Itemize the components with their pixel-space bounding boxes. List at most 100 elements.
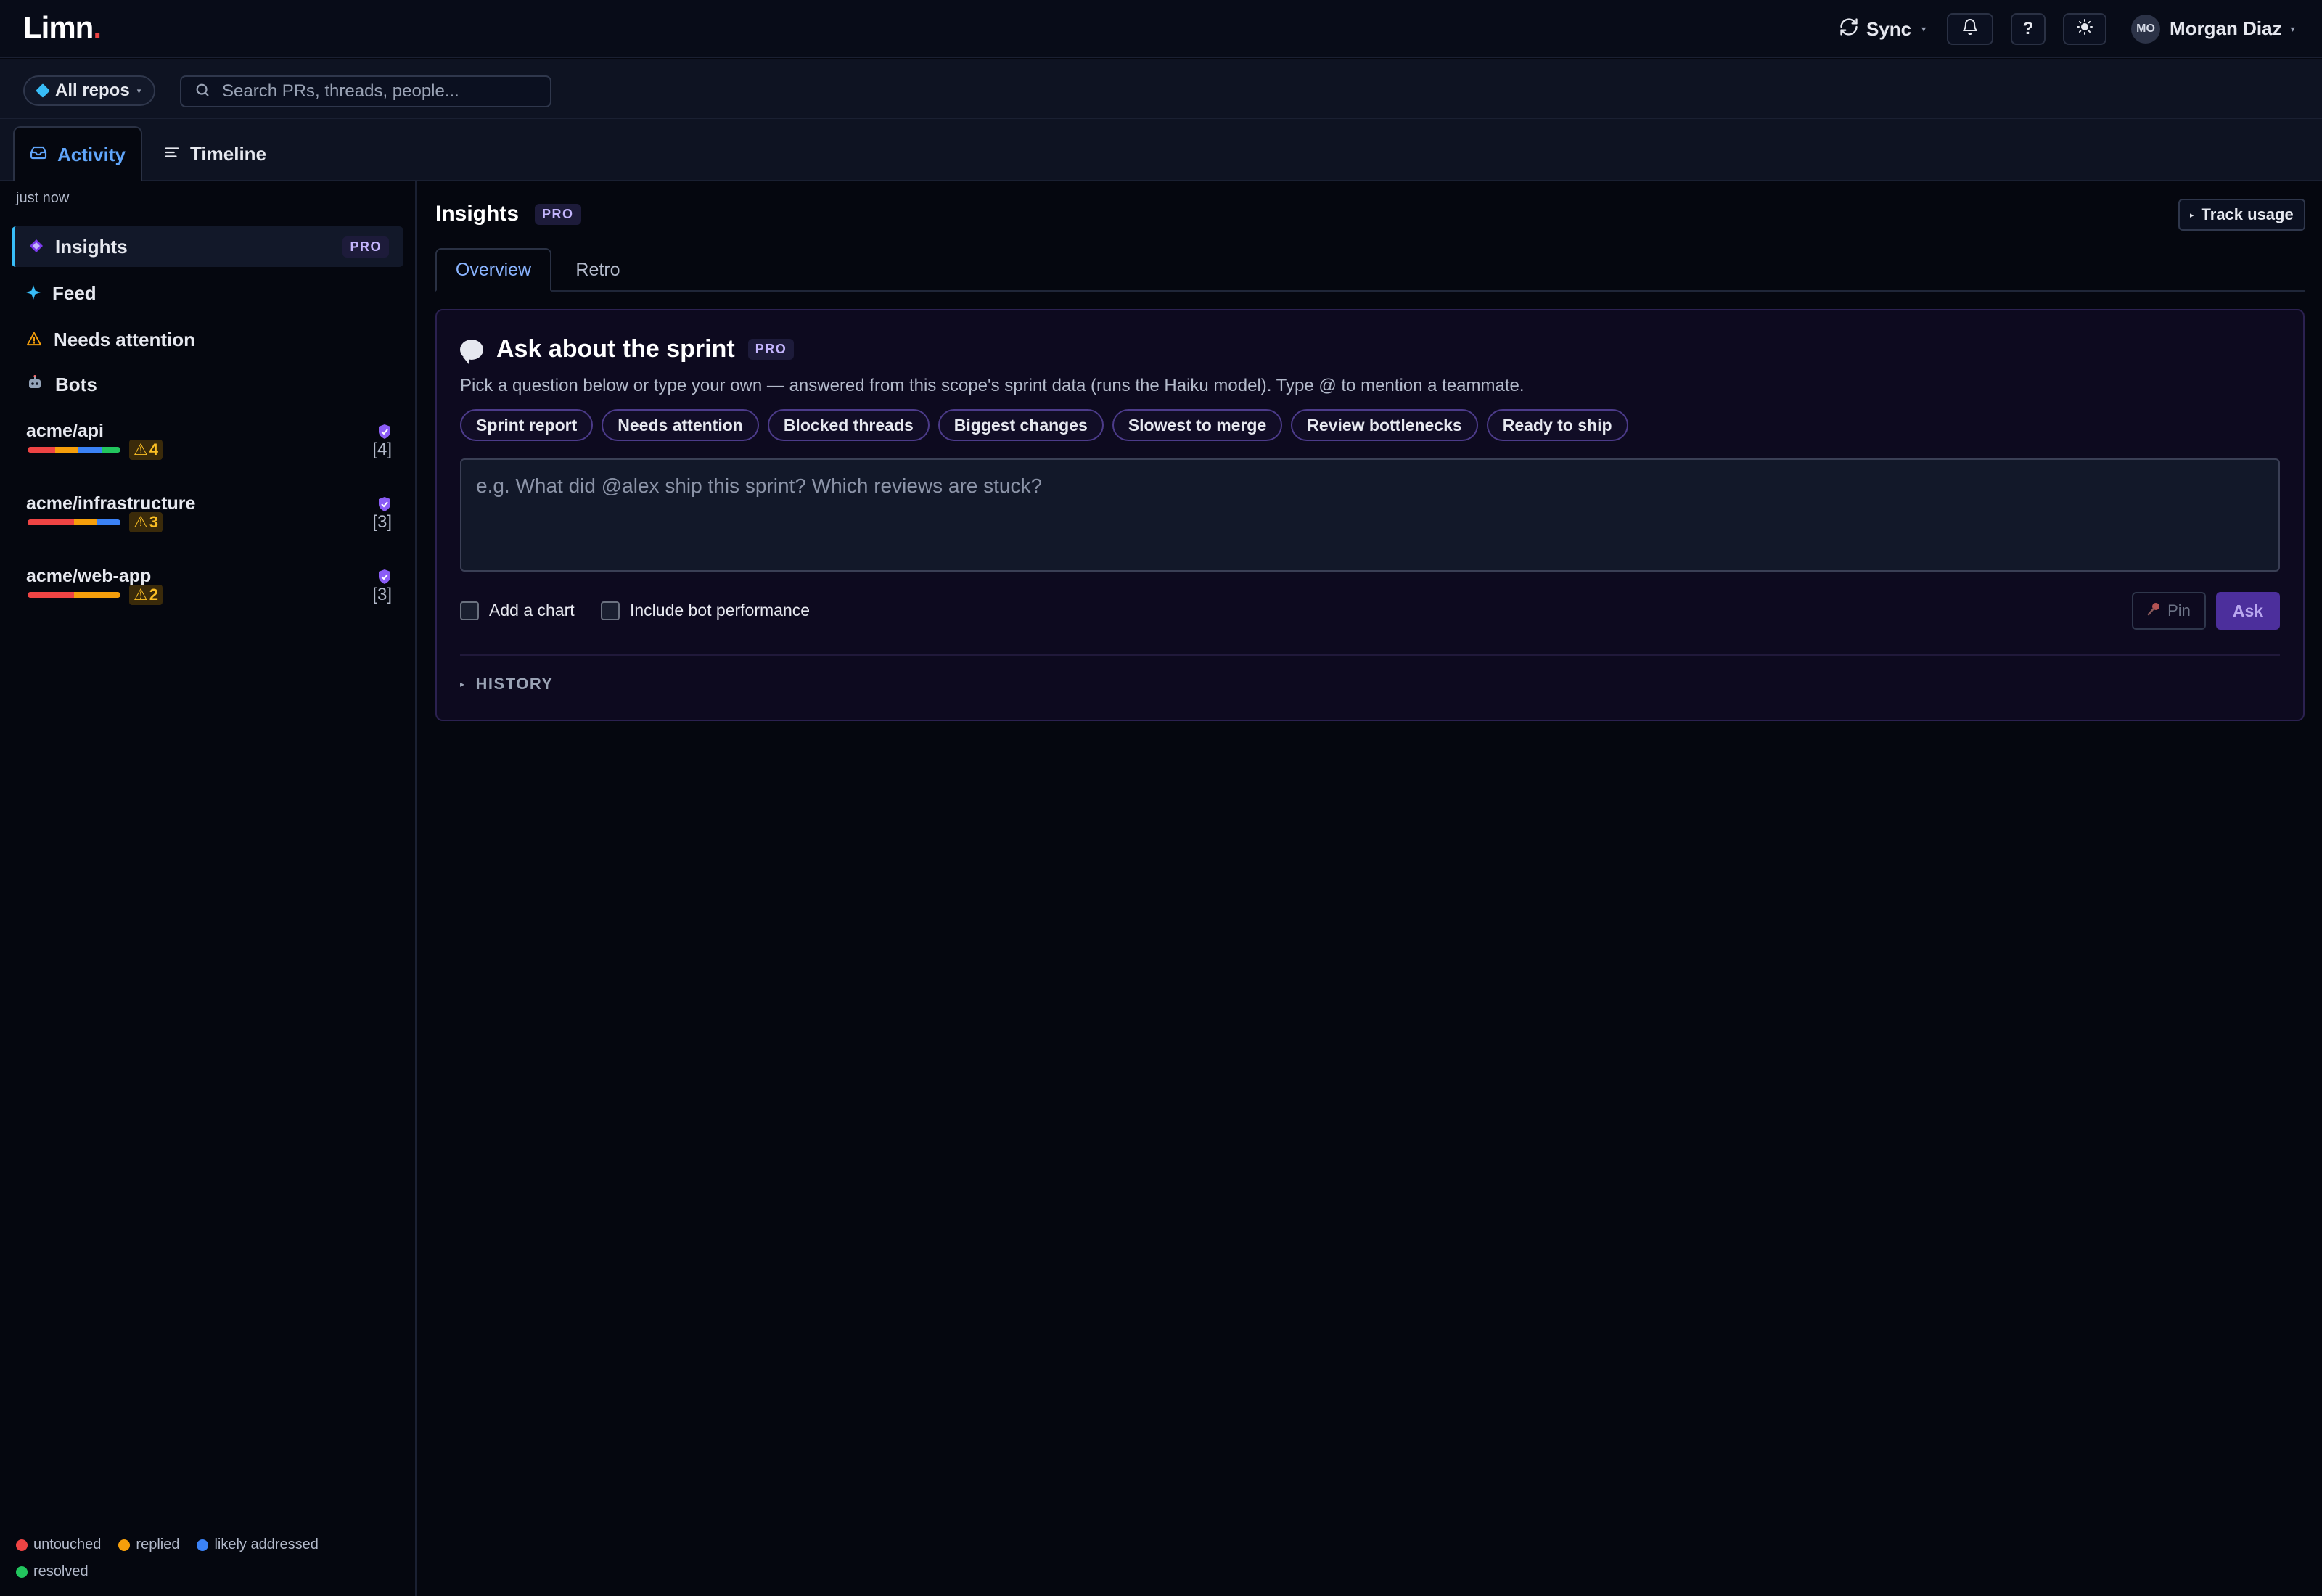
warning-icon: ⚠ bbox=[134, 513, 148, 531]
tab-activity-label: Activity bbox=[57, 143, 126, 165]
user-menu[interactable]: Morgan Diaz ▾ bbox=[2170, 17, 2295, 40]
sidebar-item-bots[interactable]: Bots bbox=[12, 364, 403, 405]
chevron-right-icon: ▸ bbox=[460, 679, 466, 689]
bell-icon bbox=[1961, 18, 1979, 41]
repo-scope-label: All repos bbox=[55, 81, 130, 100]
chevron-right-icon: ▸ bbox=[2190, 210, 2194, 220]
inbox-icon bbox=[30, 144, 47, 166]
status-bar-segment bbox=[28, 447, 56, 453]
theme-toggle-button[interactable] bbox=[2063, 13, 2106, 45]
checkbox-label: Add a chart bbox=[489, 601, 575, 620]
sidebar-item-insights[interactable]: Insights PRO bbox=[12, 226, 403, 267]
sparkle-icon bbox=[26, 282, 41, 305]
repo-item-acme-web-app[interactable]: acme/web-app ⚠ 2 [3] bbox=[26, 566, 392, 631]
sync-label: Sync bbox=[1866, 17, 1912, 40]
track-usage-label: Track usage bbox=[2201, 205, 2294, 223]
legend-label: resolved bbox=[33, 1563, 89, 1579]
page-title-text: Insights bbox=[435, 202, 520, 226]
warning-badge: ⚠ 3 bbox=[129, 512, 163, 532]
notifications-button[interactable] bbox=[1947, 13, 1993, 45]
repo-name: acme/infrastructure bbox=[26, 493, 196, 514]
search-icon bbox=[194, 82, 210, 102]
warning-badge: ⚠ 2 bbox=[129, 585, 163, 605]
history-toggle[interactable]: ▸ HISTORY bbox=[460, 675, 554, 694]
avatar[interactable]: MO bbox=[2131, 15, 2160, 44]
chevron-down-icon: ▾ bbox=[1921, 24, 1927, 34]
help-button[interactable]: ? bbox=[2011, 13, 2046, 45]
legend-swatch bbox=[16, 1566, 28, 1578]
repo-name: acme/api bbox=[26, 421, 104, 441]
suggested-questions: Sprint report Needs attention Blocked th… bbox=[460, 409, 1628, 441]
chip-slowest-to-merge[interactable]: Slowest to merge bbox=[1112, 409, 1283, 441]
ask-button[interactable]: Ask bbox=[2216, 592, 2280, 630]
sidebar-item-label: Needs attention bbox=[54, 328, 196, 350]
track-usage-button[interactable]: ▸ Track usage bbox=[2178, 199, 2305, 231]
warning-count: 4 bbox=[149, 440, 158, 458]
sidebar-item-label: Bots bbox=[55, 373, 97, 395]
legend-item: resolved bbox=[16, 1563, 89, 1580]
tab-activity[interactable]: Activity bbox=[13, 126, 142, 181]
include-bot-performance-checkbox[interactable]: Include bot performance bbox=[601, 601, 810, 620]
legend-swatch bbox=[16, 1539, 28, 1551]
repo-item-acme-api[interactable]: acme/api ⚠ 4 [4] bbox=[26, 421, 392, 486]
chip-needs-attention[interactable]: Needs attention bbox=[602, 409, 759, 441]
chip-ready-to-ship[interactable]: Ready to ship bbox=[1486, 409, 1628, 441]
sidebar-item-label: Feed bbox=[52, 281, 97, 304]
page-title: Insights PRO bbox=[435, 202, 581, 226]
pro-badge: PRO bbox=[747, 339, 795, 360]
warning-icon bbox=[26, 329, 42, 351]
shield-icon bbox=[377, 496, 392, 512]
chip-biggest-changes[interactable]: Biggest changes bbox=[938, 409, 1104, 441]
search-box[interactable] bbox=[180, 75, 551, 107]
warning-badge: ⚠ 4 bbox=[129, 440, 163, 460]
ask-question-input[interactable] bbox=[460, 458, 2280, 572]
status-bar-segment bbox=[78, 447, 102, 453]
repo-item-acme-infrastructure[interactable]: acme/infrastructure ⚠ 3 [3] bbox=[26, 493, 392, 559]
timeline-icon bbox=[164, 143, 180, 165]
chip-review-bottlenecks[interactable]: Review bottlenecks bbox=[1291, 409, 1478, 441]
speech-bubble-icon bbox=[460, 339, 483, 364]
chip-sprint-report[interactable]: Sprint report bbox=[460, 409, 594, 441]
thread-count: [4] bbox=[372, 440, 392, 459]
checkbox-box[interactable] bbox=[460, 601, 479, 620]
sync-button[interactable]: Sync ▾ bbox=[1839, 15, 1926, 44]
robot-icon bbox=[26, 374, 44, 396]
sidebar-item-feed[interactable]: Feed bbox=[12, 273, 403, 313]
history-divider bbox=[460, 654, 2280, 656]
repo-name: acme/web-app bbox=[26, 566, 152, 586]
checkbox-box[interactable] bbox=[601, 601, 620, 620]
tab-overview[interactable]: Overview bbox=[435, 248, 551, 292]
legend-label: likely addressed bbox=[214, 1537, 319, 1552]
status-bar bbox=[28, 447, 120, 453]
ask-card-title-text: Ask about the sprint bbox=[496, 335, 735, 363]
status-bar-segment bbox=[28, 592, 74, 598]
legend-item: replied bbox=[118, 1537, 179, 1553]
add-chart-checkbox[interactable]: Add a chart bbox=[460, 601, 575, 620]
warning-count: 2 bbox=[149, 585, 158, 604]
warning-icon: ⚠ bbox=[134, 440, 148, 458]
app-logo[interactable]: Limn. bbox=[23, 10, 102, 45]
repo-scope-dropdown[interactable]: All repos ▾ bbox=[23, 75, 156, 106]
insights-diamond-icon bbox=[29, 236, 44, 258]
user-name: Morgan Diaz bbox=[2170, 17, 2282, 39]
history-label: HISTORY bbox=[475, 675, 554, 693]
thread-count: [3] bbox=[372, 585, 392, 604]
last-sync-time: just now bbox=[16, 190, 70, 206]
legend-swatch bbox=[197, 1539, 209, 1551]
status-bar-segment bbox=[74, 592, 120, 598]
pin-button[interactable]: Pin bbox=[2132, 592, 2206, 630]
chip-blocked-threads[interactable]: Blocked threads bbox=[767, 409, 930, 441]
help-label: ? bbox=[2022, 19, 2034, 38]
status-bar bbox=[28, 592, 120, 598]
tab-timeline-label: Timeline bbox=[190, 142, 267, 165]
chevron-down-icon: ▾ bbox=[2290, 23, 2295, 34]
tab-retro[interactable]: Retro bbox=[562, 248, 634, 292]
legend-label: untouched bbox=[33, 1537, 102, 1552]
legend-item: untouched bbox=[16, 1537, 101, 1553]
search-input[interactable] bbox=[222, 81, 527, 102]
shield-icon bbox=[377, 569, 392, 585]
tab-timeline[interactable]: Timeline bbox=[164, 126, 266, 181]
status-legend: untouched replied likely addressed resol… bbox=[16, 1537, 379, 1580]
chevron-down-icon: ▾ bbox=[136, 86, 141, 96]
sidebar-item-needs-attention[interactable]: Needs attention bbox=[12, 319, 403, 360]
